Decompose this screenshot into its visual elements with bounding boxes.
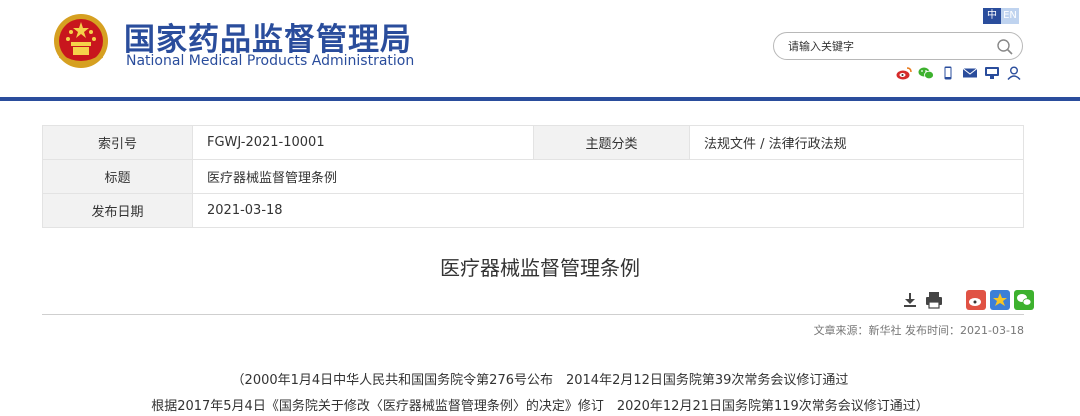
search-icon[interactable] xyxy=(996,38,1014,56)
article-source: 文章来源：新华社 发布时间：2021-03-18 xyxy=(813,324,1024,337)
share-weibo-icon[interactable] xyxy=(966,290,986,310)
lang-english-button[interactable]: EN xyxy=(1001,8,1019,24)
language-switch: 中 EN xyxy=(983,8,1019,24)
mail-icon[interactable] xyxy=(962,66,978,80)
monitor-icon[interactable] xyxy=(984,66,1000,80)
mobile-icon[interactable] xyxy=(940,66,956,80)
document-info-table: 索引号 FGWJ-2021-10001 主题分类 法规文件 / 法律行政法规 标… xyxy=(42,125,1024,228)
info-row-date: 发布日期 2021-03-18 xyxy=(42,193,1024,228)
article-title: 医疗器械监督管理条例 xyxy=(440,256,640,280)
title-value: 医疗器械监督管理条例 xyxy=(192,159,1024,194)
article-tools xyxy=(900,290,1034,310)
category-value: 法规文件 / 法律行政法规 xyxy=(689,125,1024,160)
article-body-line: （2000年1月4日中华人民共和国国务院令第276号公布 2014年2月12日国… xyxy=(231,373,849,388)
info-row-index: 索引号 FGWJ-2021-10001 主题分类 法规文件 / 法律行政法规 xyxy=(42,125,1024,160)
index-value: FGWJ-2021-10001 xyxy=(192,125,534,160)
info-row-title: 标题 医疗器械监督管理条例 xyxy=(42,159,1024,194)
national-emblem-icon[interactable] xyxy=(52,12,110,70)
date-value: 2021-03-18 xyxy=(192,193,1024,228)
share-qzone-icon[interactable] xyxy=(990,290,1010,310)
download-icon[interactable] xyxy=(900,290,920,310)
search-input[interactable] xyxy=(788,38,988,54)
wechat-icon[interactable] xyxy=(918,66,934,80)
social-links xyxy=(896,66,1022,80)
search-box xyxy=(773,32,1023,60)
site-header: 国家药品监督管理局 National Medical Products Admi… xyxy=(0,0,1080,101)
weibo-icon[interactable] xyxy=(896,66,912,80)
share-wechat-icon[interactable] xyxy=(1014,290,1034,310)
title-label: 标题 xyxy=(42,159,193,194)
category-label: 主题分类 xyxy=(533,125,690,160)
lang-chinese-button[interactable]: 中 xyxy=(983,8,1001,24)
date-label: 发布日期 xyxy=(42,193,193,228)
header-divider xyxy=(0,97,1080,101)
article-body-line: 根据2017年5月4日《国务院关于修改〈医疗器械监督管理条例〉的决定》修订 20… xyxy=(151,399,929,414)
title-divider xyxy=(42,314,1024,315)
user-icon[interactable] xyxy=(1006,66,1022,80)
site-name-english[interactable]: National Medical Products Administration xyxy=(126,53,414,69)
print-icon[interactable] xyxy=(924,290,944,310)
index-label: 索引号 xyxy=(42,125,193,160)
